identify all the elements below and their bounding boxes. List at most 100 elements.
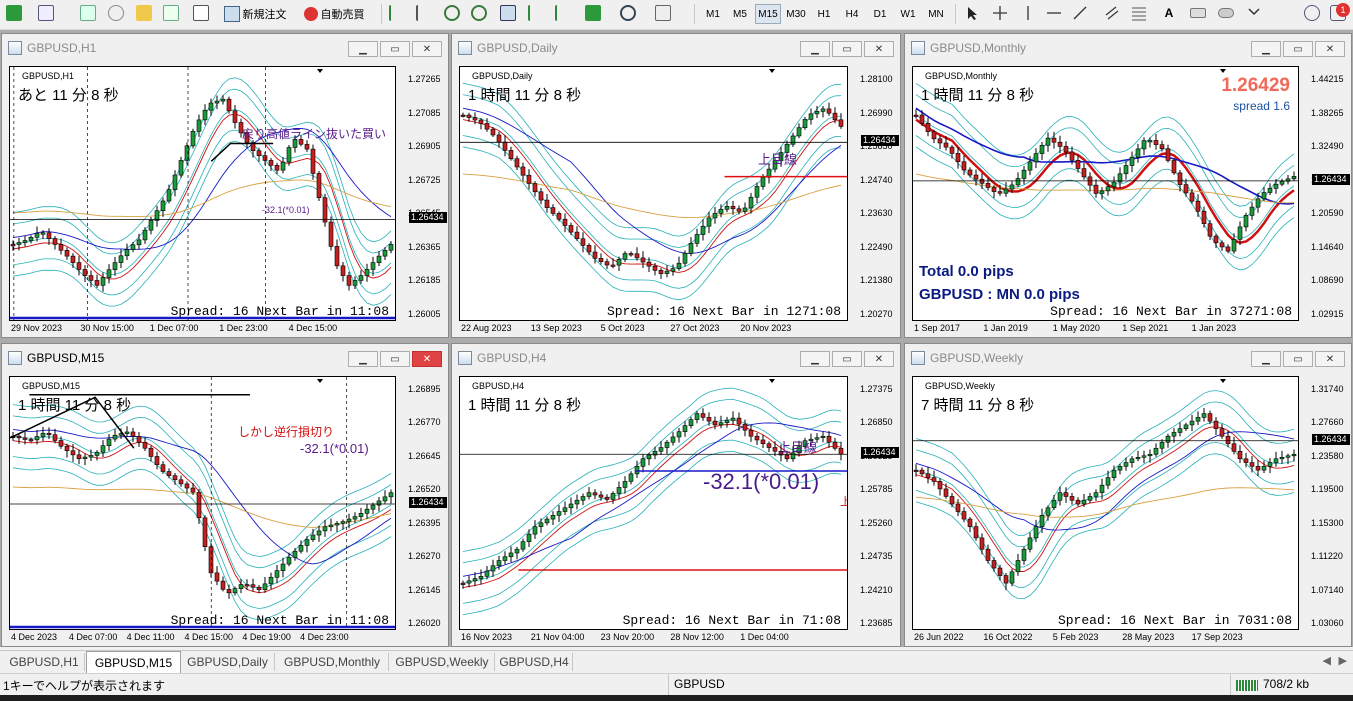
tab-gbpusd-monthly[interactable]: GBPUSD,Monthly [276,653,389,671]
close-button[interactable]: ✕ [412,41,442,57]
annotation-label[interactable]: 上目線 [778,437,817,456]
indicators-icon[interactable] [585,5,601,21]
favorites-icon[interactable] [136,5,152,21]
chart-shift-marker[interactable] [1220,379,1226,383]
auto-scroll-icon[interactable] [555,5,571,21]
maximize-button[interactable]: ▭ [832,351,862,367]
time-axis[interactable]: 26 Jun 2022 16 Oct 2022 5 Feb 2023 28 May 2… [912,631,1299,645]
pair-pips[interactable]: GBPUSD : MN 0.0 pips [919,286,1080,303]
ellipse-icon[interactable] [1218,8,1234,18]
chart-shift-marker[interactable] [769,69,775,73]
periods-icon[interactable] [620,5,636,21]
market-watch-icon[interactable] [80,5,96,21]
tab-gbpusd-h1[interactable]: GBPUSD,H1 [4,653,85,671]
chart-window-titlebar[interactable]: GBPUSD,Weekly ▁ ▭ ✕ [905,344,1351,371]
auto-trade-button[interactable]: 自動売買 [298,3,370,25]
timeframe-m1-button[interactable]: M1 [700,4,726,24]
minimize-button[interactable]: ▁ [800,41,830,57]
pips-label[interactable]: -32.1(*0.01) [300,441,369,456]
close-button[interactable]: ✕ [864,351,894,367]
price-chart[interactable]: GBPUSD,Monthly 1 時間 11 分 8 秒 Spread: 16 Ne… [912,66,1299,321]
trendline-icon[interactable] [1072,5,1088,21]
templates-icon[interactable] [655,5,671,21]
chart-shift-marker[interactable] [769,379,775,383]
bar-chart-icon[interactable] [389,5,405,21]
horizontal-line-icon[interactable] [1046,5,1062,21]
timeframe-h4-button[interactable]: H4 [839,4,865,24]
vertical-line-icon[interactable] [1020,5,1036,21]
chart-window-gbpusd-h1[interactable]: GBPUSD,H1 ▁ ▭ ✕ GBPUSD,H1 あと 11 分 8 秒 Spread: … [1,33,449,338]
chart-window-gbpusd-m15[interactable]: GBPUSD,M15 ▁ ▭ ✕ GBPUSD,M15 1 時間 11 分 8 秒 Spre… [1,343,449,647]
annotation-label[interactable]: 上 [840,493,847,509]
tab-scroll-right-icon[interactable]: ▶ [1339,654,1347,667]
pips-label[interactable]: -32.1(*0.01) [703,469,819,495]
price-chart[interactable]: GBPUSD,H4 1 時間 11 分 8 秒 Spread: 16 Next Ba… [459,376,848,630]
zoom-out-icon[interactable] [471,5,487,21]
annotation-label[interactable]: しかし逆行損切り [238,423,334,440]
tab-gbpusd-m15[interactable]: GBPUSD,M15 [86,651,181,673]
time-axis[interactable]: 1 Sep 2017 1 Jan 2019 1 May 2020 1 Sep 2021… [912,322,1299,336]
time-axis[interactable]: 16 Nov 2023 21 Nov 04:00 23 Nov 20:00 28 No… [459,631,848,645]
chart-window-gbpusd-h4[interactable]: GBPUSD,H4 ▁ ▭ ✕ GBPUSD,H4 1 時間 11 分 8 秒 Spread… [451,343,901,647]
channel-icon[interactable] [1104,5,1120,21]
minimize-button[interactable]: ▁ [348,351,378,367]
chart-window-gbpusd-monthly[interactable]: GBPUSD,Monthly ▁ ▭ ✕ GBPUSD,Monthly 1 時間 11 分… [904,33,1352,338]
notification-badge[interactable]: 1 [1336,3,1350,17]
timeframe-d1-button[interactable]: D1 [867,4,893,24]
timeframe-m30-button[interactable]: M30 [783,4,809,24]
bid-price[interactable]: 1.26429 [1221,75,1290,97]
zoom-in-icon[interactable] [444,5,460,21]
annotation-label[interactable]: 戻り高値ライン抜いた買い [242,125,386,142]
price-axis[interactable]: 1.272651.270851.269051.267251.265451.263… [398,66,448,321]
new-order-button[interactable]: 新規注文 [219,3,291,25]
candlestick-icon[interactable] [416,5,432,21]
minimize-button[interactable]: ▁ [1251,41,1281,57]
price-chart[interactable]: GBPUSD,Weekly 7 時間 11 分 8 秒 Spread: 16 Nex… [912,376,1299,630]
chart-window-gbpusd-daily[interactable]: GBPUSD,Daily ▁ ▭ ✕ GBPUSD,Daily 1 時間 11 分 8 秒… [451,33,901,338]
annotation-label[interactable]: 上目線 [758,149,797,168]
chart-shift-icon[interactable] [528,5,544,21]
pips-label[interactable]: -32.1(*0.01) [262,205,310,215]
tab-scroll-left-icon[interactable]: ◀ [1323,654,1331,667]
price-chart[interactable]: GBPUSD,Daily 1 時間 11 分 8 秒 Spread: 16 Next… [459,66,848,321]
chart-window-titlebar[interactable]: GBPUSD,H4 ▁ ▭ ✕ [452,344,900,371]
close-button[interactable]: ✕ [1315,41,1345,57]
price-axis[interactable]: 1.31740 1.27660 1.23580 1.19500 1.15300 1.112… [1301,376,1351,630]
fibonacci-icon[interactable] [1131,5,1147,21]
navigator-icon[interactable] [108,5,124,21]
chart-window-titlebar[interactable]: GBPUSD,Monthly ▁ ▭ ✕ [905,34,1351,61]
chart-window-titlebar[interactable]: GBPUSD,H1 ▁ ▭ ✕ [2,34,448,61]
price-axis[interactable]: 1.281001.269901.258501.247401.236301.224… [850,66,900,321]
chart-window-titlebar[interactable]: GBPUSD,M15 ▁ ▭ ✕ [2,344,448,371]
maximize-button[interactable]: ▭ [832,41,862,57]
chart-shift-marker[interactable] [1220,69,1226,73]
tab-gbpusd-weekly[interactable]: GBPUSD,Weekly [390,653,495,671]
maximize-button[interactable]: ▭ [380,41,410,57]
time-axis[interactable]: 22 Aug 2023 13 Sep 2023 5 Oct 2023 27 Oct 2… [459,322,848,336]
crosshair-icon[interactable] [992,5,1008,21]
time-axis[interactable]: 29 Nov 2023 30 Nov 15:00 1 Dec 07:00 1 Dec … [9,322,396,336]
maximize-button[interactable]: ▭ [1283,41,1313,57]
new-chart-icon[interactable] [6,5,22,21]
timeframe-h1-button[interactable]: H1 [811,4,837,24]
arrows-icon[interactable] [1246,5,1262,21]
text-tool-icon[interactable]: A [1161,5,1177,21]
price-chart[interactable]: GBPUSD,M15 1 時間 11 分 8 秒 Spread: 16 Next B… [9,376,396,630]
minimize-button[interactable]: ▁ [1251,351,1281,367]
price-axis[interactable]: 1.26895 1.26770 1.26645 1.26520 1.26395 1.262… [398,376,448,630]
chart-shift-marker[interactable] [317,379,323,383]
price-chart[interactable]: GBPUSD,H1 あと 11 分 8 秒 Spread: 16 Next Bar … [9,66,396,321]
minimize-button[interactable]: ▁ [348,41,378,57]
minimize-button[interactable]: ▁ [800,351,830,367]
close-button[interactable]: ✕ [1315,351,1345,367]
tile-windows-icon[interactable] [500,5,516,21]
search-icon[interactable] [1304,5,1320,21]
terminal-icon[interactable] [163,5,179,21]
tester-icon[interactable] [193,5,209,21]
cursor-icon[interactable] [964,5,980,21]
maximize-button[interactable]: ▭ [380,351,410,367]
price-axis[interactable]: 1.44215 1.38265 1.32490 1.26434 1.20590 1.146… [1301,66,1351,321]
chart-window-titlebar[interactable]: GBPUSD,Daily ▁ ▭ ✕ [452,34,900,61]
time-axis[interactable]: 4 Dec 2023 4 Dec 07:00 4 Dec 11:00 4 Dec 15… [9,631,396,645]
timeframe-mn-button[interactable]: MN [923,4,949,24]
